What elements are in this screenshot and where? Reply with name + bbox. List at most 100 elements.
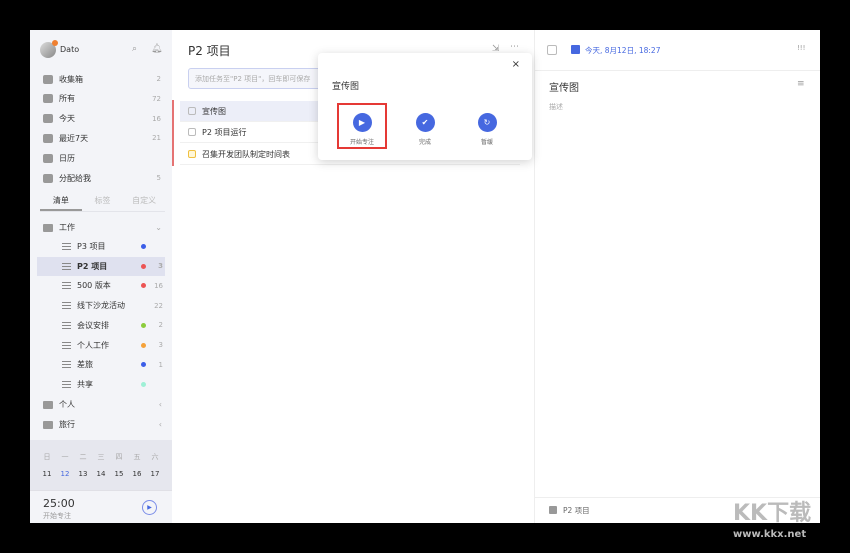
color-dot [141, 381, 146, 387]
sidebar-item[interactable]: 分配给我 5 [30, 168, 172, 188]
focus-timer: 25:00 开始专注 ▶ [30, 490, 172, 523]
due-date[interactable]: 今天, 8月12日, 18:27 [585, 45, 660, 56]
bell-icon[interactable]: 🔔︎ [151, 44, 162, 54]
calendar-day[interactable]: 15 [110, 470, 128, 478]
calendar-icon [43, 153, 53, 163]
folder-icon [43, 223, 53, 232]
color-dot [141, 263, 146, 269]
mini-calendar: 日 一 二 三 四 五 六 11 12 13 14 15 16 17 [30, 440, 172, 490]
description-input[interactable]: 描述 [549, 102, 563, 112]
refresh-icon: ↻ [477, 113, 497, 132]
search-icon[interactable]: ⌕ [132, 44, 137, 54]
list-icon [62, 243, 71, 250]
sidebar: Dato ⌕ 🔔︎ 收集箱 2 所有 72 今天 16 最近7天 21 日历 分配给我 5 清单 标… [30, 30, 172, 523]
avatar[interactable] [40, 40, 58, 58]
more-icon[interactable]: ⋯ [510, 42, 519, 52]
sidebar-item[interactable]: 收集箱 2 [30, 69, 172, 89]
calendar-day[interactable]: 12 [56, 470, 74, 478]
sidebar-item[interactable]: 最近7天 21 [30, 128, 172, 148]
color-dot [141, 322, 146, 328]
color-dot [141, 342, 146, 348]
user-name: Dato [60, 45, 80, 54]
weekday-label: 六 [151, 453, 159, 461]
color-dot [141, 303, 146, 308]
list-icon [62, 341, 71, 349]
color-dot [141, 244, 146, 249]
note-icon[interactable] [188, 150, 196, 158]
calendar-day[interactable]: 17 [146, 470, 164, 478]
calendar-today-icon [43, 114, 53, 124]
focus-label: 开始专注 [43, 512, 71, 520]
tab-custom[interactable]: 自定义 [123, 195, 165, 211]
start-focus-button[interactable]: ▶ 开始专注 [337, 113, 387, 146]
list-item[interactable]: 线下沙龙活动 22 [37, 296, 165, 315]
detail-checkbox[interactable] [547, 45, 557, 55]
app-window: Dato ⌕ 🔔︎ 收集箱 2 所有 72 今天 16 最近7天 21 日历 分配给我 5 清单 标… [30, 30, 820, 523]
list-item[interactable]: 共享 [37, 375, 165, 394]
list-item[interactable]: P3 项目 [37, 237, 165, 256]
folder-work[interactable]: 工作 ⌄ [30, 218, 172, 237]
priority-icon[interactable]: !!! [797, 44, 805, 52]
color-dot [141, 362, 146, 368]
checkbox[interactable] [188, 128, 196, 136]
weekday-label: 二 [79, 453, 87, 461]
folder-icon [43, 420, 53, 429]
focus-time: 25:00 [43, 497, 75, 510]
play-button[interactable]: ▶ [142, 500, 157, 515]
sidebar-tabs: 清单 标签 自定义 [40, 195, 165, 212]
chevron-left-icon: ‹ [158, 400, 162, 409]
play-icon: ▶ [352, 113, 372, 132]
list-icon [62, 380, 71, 388]
list-icon [62, 321, 71, 329]
detail-list-name[interactable]: P2 项目 [563, 505, 590, 516]
list-icon [62, 302, 71, 310]
folder-travel[interactable]: 旅行 ‹ [30, 415, 172, 434]
sidebar-item[interactable]: 所有 72 [30, 89, 172, 109]
tab-tags[interactable]: 标签 [82, 195, 124, 211]
page-title: P2 项目 [188, 44, 231, 58]
scroll-indicator [172, 100, 174, 166]
close-icon[interactable]: × [512, 59, 520, 70]
list-format-icon[interactable]: ≡ [797, 79, 805, 89]
chevron-left-icon: ‹ [158, 420, 162, 429]
weekday-label: 一 [61, 453, 69, 461]
postpone-button[interactable]: ↻ 暂缓 [462, 113, 512, 146]
weekday-label: 五 [133, 453, 141, 461]
list-item[interactable]: 差旅 1 [37, 355, 165, 374]
popup-title: 宣传图 [332, 82, 360, 92]
list-item[interactable]: 个人工作 3 [37, 336, 165, 355]
divider [535, 70, 820, 71]
calendar-day[interactable]: 13 [74, 470, 92, 478]
list-icon [62, 282, 71, 290]
chevron-down-icon: ⌄ [155, 223, 162, 232]
list-item[interactable]: P2 项目 3 [37, 256, 165, 276]
watermark: KK下载 www.kkx.net [733, 501, 812, 540]
detail-title[interactable]: 宣传图 [549, 79, 579, 94]
folder-personal[interactable]: 个人 ‹ [30, 395, 172, 414]
checkbox[interactable] [188, 107, 196, 115]
calendar-icon [571, 45, 580, 54]
color-dot [141, 283, 146, 289]
complete-button[interactable]: ✔ 完成 [400, 113, 450, 146]
sidebar-item[interactable]: 今天 16 [30, 109, 172, 129]
weekday-label: 三 [97, 453, 105, 461]
list-icon [549, 506, 557, 514]
tab-lists[interactable]: 清单 [40, 195, 82, 211]
assigned-icon [43, 173, 53, 183]
folder-icon [43, 400, 53, 409]
list-item[interactable]: 500 版本 16 [37, 276, 165, 295]
calendar-day[interactable]: 16 [128, 470, 146, 478]
task-detail-panel: 今天, 8月12日, 18:27 !!! 宣传图 ≡ 描述 P2 项目 [535, 30, 820, 523]
check-icon: ✔ [415, 113, 435, 132]
task-popup: × 宣传图 ▶ 开始专注 ✔ 完成 ↻ 暂缓 [318, 53, 532, 160]
calendar-day[interactable]: 14 [92, 470, 110, 478]
list-icon [62, 361, 71, 369]
all-icon [43, 94, 53, 104]
sidebar-item[interactable]: 日历 [30, 148, 172, 168]
weekday-label: 四 [115, 453, 123, 461]
list-icon [62, 262, 71, 270]
list-item[interactable]: 会议安排 2 [37, 316, 165, 335]
inbox-icon [43, 74, 53, 84]
calendar-day[interactable]: 11 [38, 470, 56, 478]
weekday-label: 日 [43, 453, 51, 461]
